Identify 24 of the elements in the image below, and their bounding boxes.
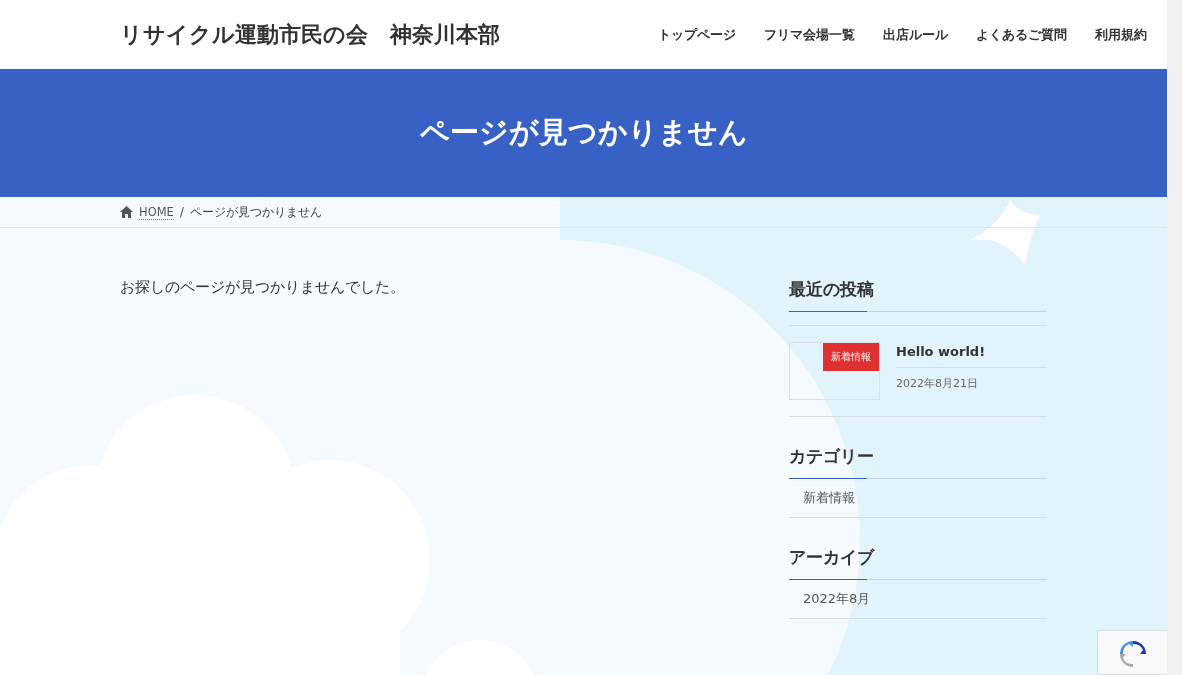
recaptcha-badge[interactable] — [1097, 630, 1167, 675]
nav-link[interactable]: 出店ルール — [883, 25, 948, 44]
nav-link[interactable]: 利用規約 — [1095, 25, 1147, 44]
nav-link[interactable]: フリマ会場一覧 — [764, 25, 855, 44]
category-badge: 新着情報 — [823, 343, 879, 371]
nav-link[interactable]: よくあるご質問 — [976, 25, 1067, 44]
home-icon — [120, 206, 133, 218]
breadcrumb-current: ページが見つかりません — [189, 204, 322, 220]
widget-heading: カテゴリー — [789, 445, 1047, 479]
breadcrumb-separator: / — [179, 205, 184, 219]
scrollbar[interactable] — [1167, 0, 1182, 675]
post-title-link[interactable]: Hello world! — [896, 342, 1047, 368]
breadcrumb-link[interactable]: HOME — [139, 204, 174, 220]
post-thumbnail[interactable]: 新着情報 — [789, 342, 880, 400]
site-title[interactable]: リサイクル運動市民の会 神奈川本部 — [120, 19, 500, 50]
post-date: 2022年8月21日 — [896, 376, 979, 391]
category-link[interactable]: 新着情報 — [789, 479, 1047, 518]
recaptcha-icon — [1117, 639, 1148, 669]
page-title: ページが見つかりません — [419, 114, 748, 151]
archive-link[interactable]: 2022年8月 — [789, 580, 1047, 619]
widget-heading: アーカイブ — [789, 546, 1047, 580]
widget-heading: 最近の投稿 — [789, 278, 1047, 312]
nav-link[interactable]: トップページ — [658, 25, 736, 44]
not-found-message: お探しのページが見つかりませんでした。 — [120, 278, 405, 298]
